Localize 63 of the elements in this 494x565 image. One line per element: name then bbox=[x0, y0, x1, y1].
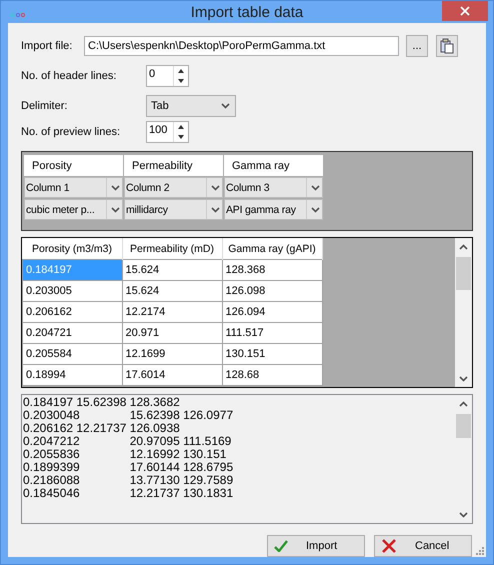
table-cell[interactable]: 12.1699 bbox=[122, 344, 222, 364]
app-icon bbox=[11, 13, 25, 17]
column-dropdown[interactable]: Column 2 bbox=[124, 177, 223, 198]
field-label: Delimiter: bbox=[21, 100, 68, 112]
window-title: Import table data bbox=[190, 4, 304, 20]
table-cell[interactable]: 0.203005 bbox=[22, 280, 122, 302]
raw-text-preview: 0.184197 15.62398 128.3682 0.2030048 15.62398 126.0977 0.206162 12.21737 126.0938 0.2047212 20.97095 111.5169 0.2055836 12.16992 130.151 0.1899399 17.60144 128.6795 0.2186088 13.77130 129.7589 0.1845046 12.21737 130.1831 bbox=[22, 395, 234, 502]
column-header[interactable]: Permeability (mD) bbox=[122, 238, 222, 260]
paste-button[interactable] bbox=[436, 35, 458, 57]
scroll-down-icon bbox=[459, 376, 468, 382]
chevron-down-icon bbox=[311, 206, 320, 212]
chevron-down-icon bbox=[211, 206, 220, 212]
column-dropdown[interactable]: Column 1 bbox=[24, 177, 123, 198]
table-cell[interactable]: 126.094 bbox=[222, 302, 322, 322]
field-label: No. of header lines: bbox=[21, 70, 118, 82]
table-cell[interactable]: 128.368 bbox=[222, 260, 322, 280]
close-button[interactable] bbox=[442, 1, 488, 21]
unit-dropdown[interactable]: millidarcy bbox=[124, 199, 223, 220]
chevron-down-icon bbox=[311, 184, 320, 190]
scrollbar-thumb[interactable] bbox=[456, 257, 471, 290]
clipboard-icon bbox=[439, 38, 455, 54]
number-spinner[interactable]: 0 bbox=[146, 65, 189, 87]
table-cell[interactable]: 128.68 bbox=[222, 364, 322, 386]
table-cell[interactable]: 0.18994 bbox=[22, 364, 122, 386]
column-header[interactable]: Gamma ray (gAPI) bbox=[222, 238, 322, 260]
file-path-field[interactable]: C:\Users\espenkn\Desktop\PoroPermGamma.txt bbox=[84, 36, 399, 56]
table-cell[interactable]: 111.517 bbox=[222, 322, 322, 344]
x-icon bbox=[381, 538, 397, 554]
column-header: Gamma ray bbox=[224, 155, 323, 176]
chevron-down-icon bbox=[211, 184, 220, 190]
chevron-down-icon bbox=[111, 184, 120, 190]
table-cell[interactable]: 12.2174 bbox=[122, 302, 222, 322]
table-cell[interactable]: 0.206162 bbox=[22, 302, 122, 322]
table-cell[interactable]: 0.204721 bbox=[22, 322, 122, 344]
unit-dropdown[interactable]: API gamma ray bbox=[224, 199, 323, 220]
column-header: Permeability bbox=[124, 155, 223, 176]
scroll-down-icon bbox=[459, 512, 468, 518]
delimiter-dropdown[interactable]: Tab bbox=[146, 95, 236, 117]
scroll-up-icon[interactable] bbox=[459, 244, 468, 250]
table-cell[interactable]: 17.6014 bbox=[122, 364, 222, 386]
field-label: No. of preview lines: bbox=[21, 126, 122, 138]
number-spinner[interactable]: 100 bbox=[146, 121, 189, 143]
column-header: Porosity bbox=[24, 155, 123, 176]
chevron-down-icon bbox=[111, 206, 120, 212]
unit-dropdown[interactable]: cubic meter p... bbox=[24, 199, 123, 220]
table-cell[interactable]: 20.971 bbox=[122, 322, 222, 344]
column-dropdown[interactable]: Column 3 bbox=[224, 177, 323, 198]
table-cell[interactable]: 130.151 bbox=[222, 344, 322, 364]
table-cell[interactable]: 126.098 bbox=[222, 280, 322, 302]
table-cell[interactable]: 15.624 bbox=[122, 260, 222, 280]
chevron-down-icon bbox=[221, 103, 230, 109]
table-cell[interactable]: 0.205584 bbox=[22, 344, 122, 364]
check-icon bbox=[274, 540, 288, 552]
scrollbar[interactable] bbox=[455, 238, 472, 387]
table-cell[interactable]: 15.624 bbox=[122, 280, 222, 302]
scrollbar-thumb[interactable] bbox=[456, 414, 471, 438]
scroll-up-icon[interactable] bbox=[459, 400, 468, 406]
resize-grip-icon[interactable] bbox=[476, 547, 484, 555]
close-icon bbox=[460, 6, 470, 16]
cancel-button[interactable]: Cancel bbox=[374, 535, 472, 557]
browse-button[interactable]: ... bbox=[406, 35, 428, 57]
import-button[interactable]: Import bbox=[267, 535, 365, 557]
field-label: Import file: bbox=[21, 40, 74, 52]
